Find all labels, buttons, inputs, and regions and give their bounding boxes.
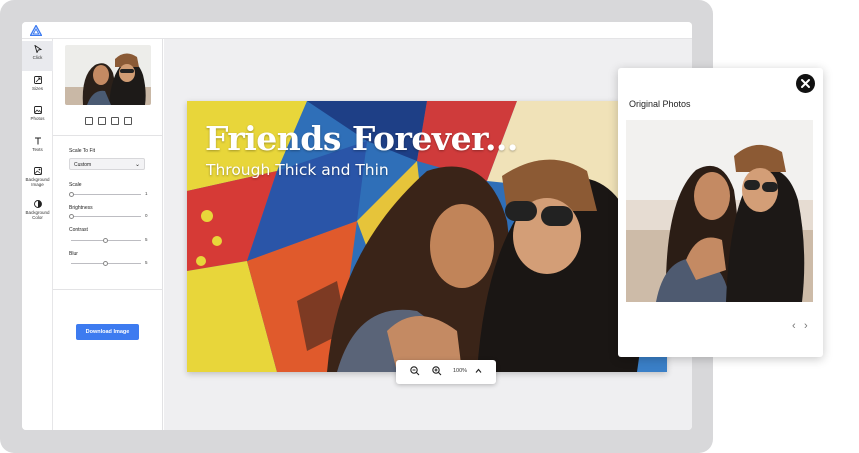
divider bbox=[53, 289, 163, 290]
scale-select[interactable]: Custom ⌄ bbox=[69, 158, 145, 170]
rail-item-photos[interactable]: Photos bbox=[22, 102, 53, 132]
previous-arrow-icon[interactable]: ‹ bbox=[792, 320, 796, 332]
scale-slider[interactable] bbox=[69, 192, 141, 197]
close-icon bbox=[801, 79, 810, 88]
background-image-icon bbox=[33, 167, 42, 175]
slider-label: Blur bbox=[69, 251, 78, 257]
slider-handle[interactable] bbox=[103, 261, 108, 266]
slider-value: 5 bbox=[145, 237, 148, 242]
rail-item-click[interactable]: Click bbox=[22, 41, 53, 71]
chevron-up-icon[interactable] bbox=[475, 368, 482, 374]
rail-item-background-image[interactable]: Background Image bbox=[22, 163, 53, 196]
slider-handle[interactable] bbox=[69, 192, 74, 197]
rail-label: Background Image bbox=[25, 177, 50, 187]
zoom-toolbar: 100% bbox=[396, 360, 496, 384]
divider bbox=[53, 135, 163, 136]
tool-rail: Click Sizes Photos Texts Background Imag… bbox=[22, 39, 53, 430]
zoom-level: 100% bbox=[453, 368, 468, 374]
popup-title: Original Photos bbox=[629, 99, 691, 109]
scale-select-value: Custom bbox=[74, 162, 92, 168]
contrast-icon bbox=[33, 200, 42, 208]
scale-to-fit-label: Scale To Fit bbox=[69, 148, 96, 154]
brightness-slider[interactable] bbox=[69, 214, 141, 219]
rotate-right-icon[interactable] bbox=[124, 117, 132, 125]
next-arrow-icon[interactable]: › bbox=[804, 320, 808, 332]
slider-handle[interactable] bbox=[69, 214, 74, 219]
chevron-down-icon: ⌄ bbox=[134, 162, 140, 168]
download-image-button[interactable]: Download Image bbox=[76, 324, 139, 340]
slider-label: Contrast bbox=[69, 227, 88, 233]
cursor-icon bbox=[33, 45, 42, 53]
rail-label: Sizes bbox=[31, 86, 43, 91]
blur-slider[interactable] bbox=[71, 261, 141, 266]
photo-thumbnail[interactable] bbox=[65, 45, 151, 105]
photo-icon bbox=[33, 106, 42, 114]
rail-item-sizes[interactable]: Sizes bbox=[22, 72, 53, 102]
rail-item-texts[interactable]: Texts bbox=[22, 133, 53, 163]
flip-horizontal-icon[interactable] bbox=[85, 117, 93, 125]
text-icon bbox=[34, 137, 41, 145]
rail-label: Photos bbox=[30, 116, 45, 121]
slider-label: Scale bbox=[69, 182, 82, 188]
slider-label: Brightness bbox=[69, 205, 93, 211]
image-subtitle-text[interactable]: Through Thick and Thin bbox=[206, 161, 389, 179]
rail-item-background-color[interactable]: Background Color bbox=[22, 196, 53, 229]
rail-label: Click bbox=[32, 55, 43, 60]
original-photo[interactable] bbox=[626, 120, 813, 302]
original-photos-panel: Original Photos ‹ › bbox=[618, 68, 823, 357]
flip-tools bbox=[85, 117, 132, 126]
zoom-in-icon[interactable] bbox=[432, 366, 442, 376]
app-logo bbox=[30, 25, 42, 36]
flip-vertical-icon[interactable] bbox=[98, 117, 106, 125]
image-title-text[interactable]: Friends Forever... bbox=[205, 119, 518, 158]
slider-value: 1 bbox=[145, 191, 148, 196]
contrast-slider[interactable] bbox=[71, 238, 141, 243]
settings-panel: Scale To Fit Custom ⌄ Scale 1 Brightness… bbox=[53, 39, 163, 430]
top-bar bbox=[22, 22, 692, 39]
slider-value: 0 bbox=[145, 213, 148, 218]
slider-handle[interactable] bbox=[103, 238, 108, 243]
zoom-out-icon[interactable] bbox=[410, 366, 420, 376]
close-button[interactable] bbox=[796, 74, 815, 93]
resize-icon bbox=[33, 76, 42, 84]
rotate-left-icon[interactable] bbox=[111, 117, 119, 125]
slider-value: 5 bbox=[145, 260, 148, 265]
rail-label: Texts bbox=[32, 147, 43, 152]
rail-label: Background Color bbox=[25, 210, 50, 220]
